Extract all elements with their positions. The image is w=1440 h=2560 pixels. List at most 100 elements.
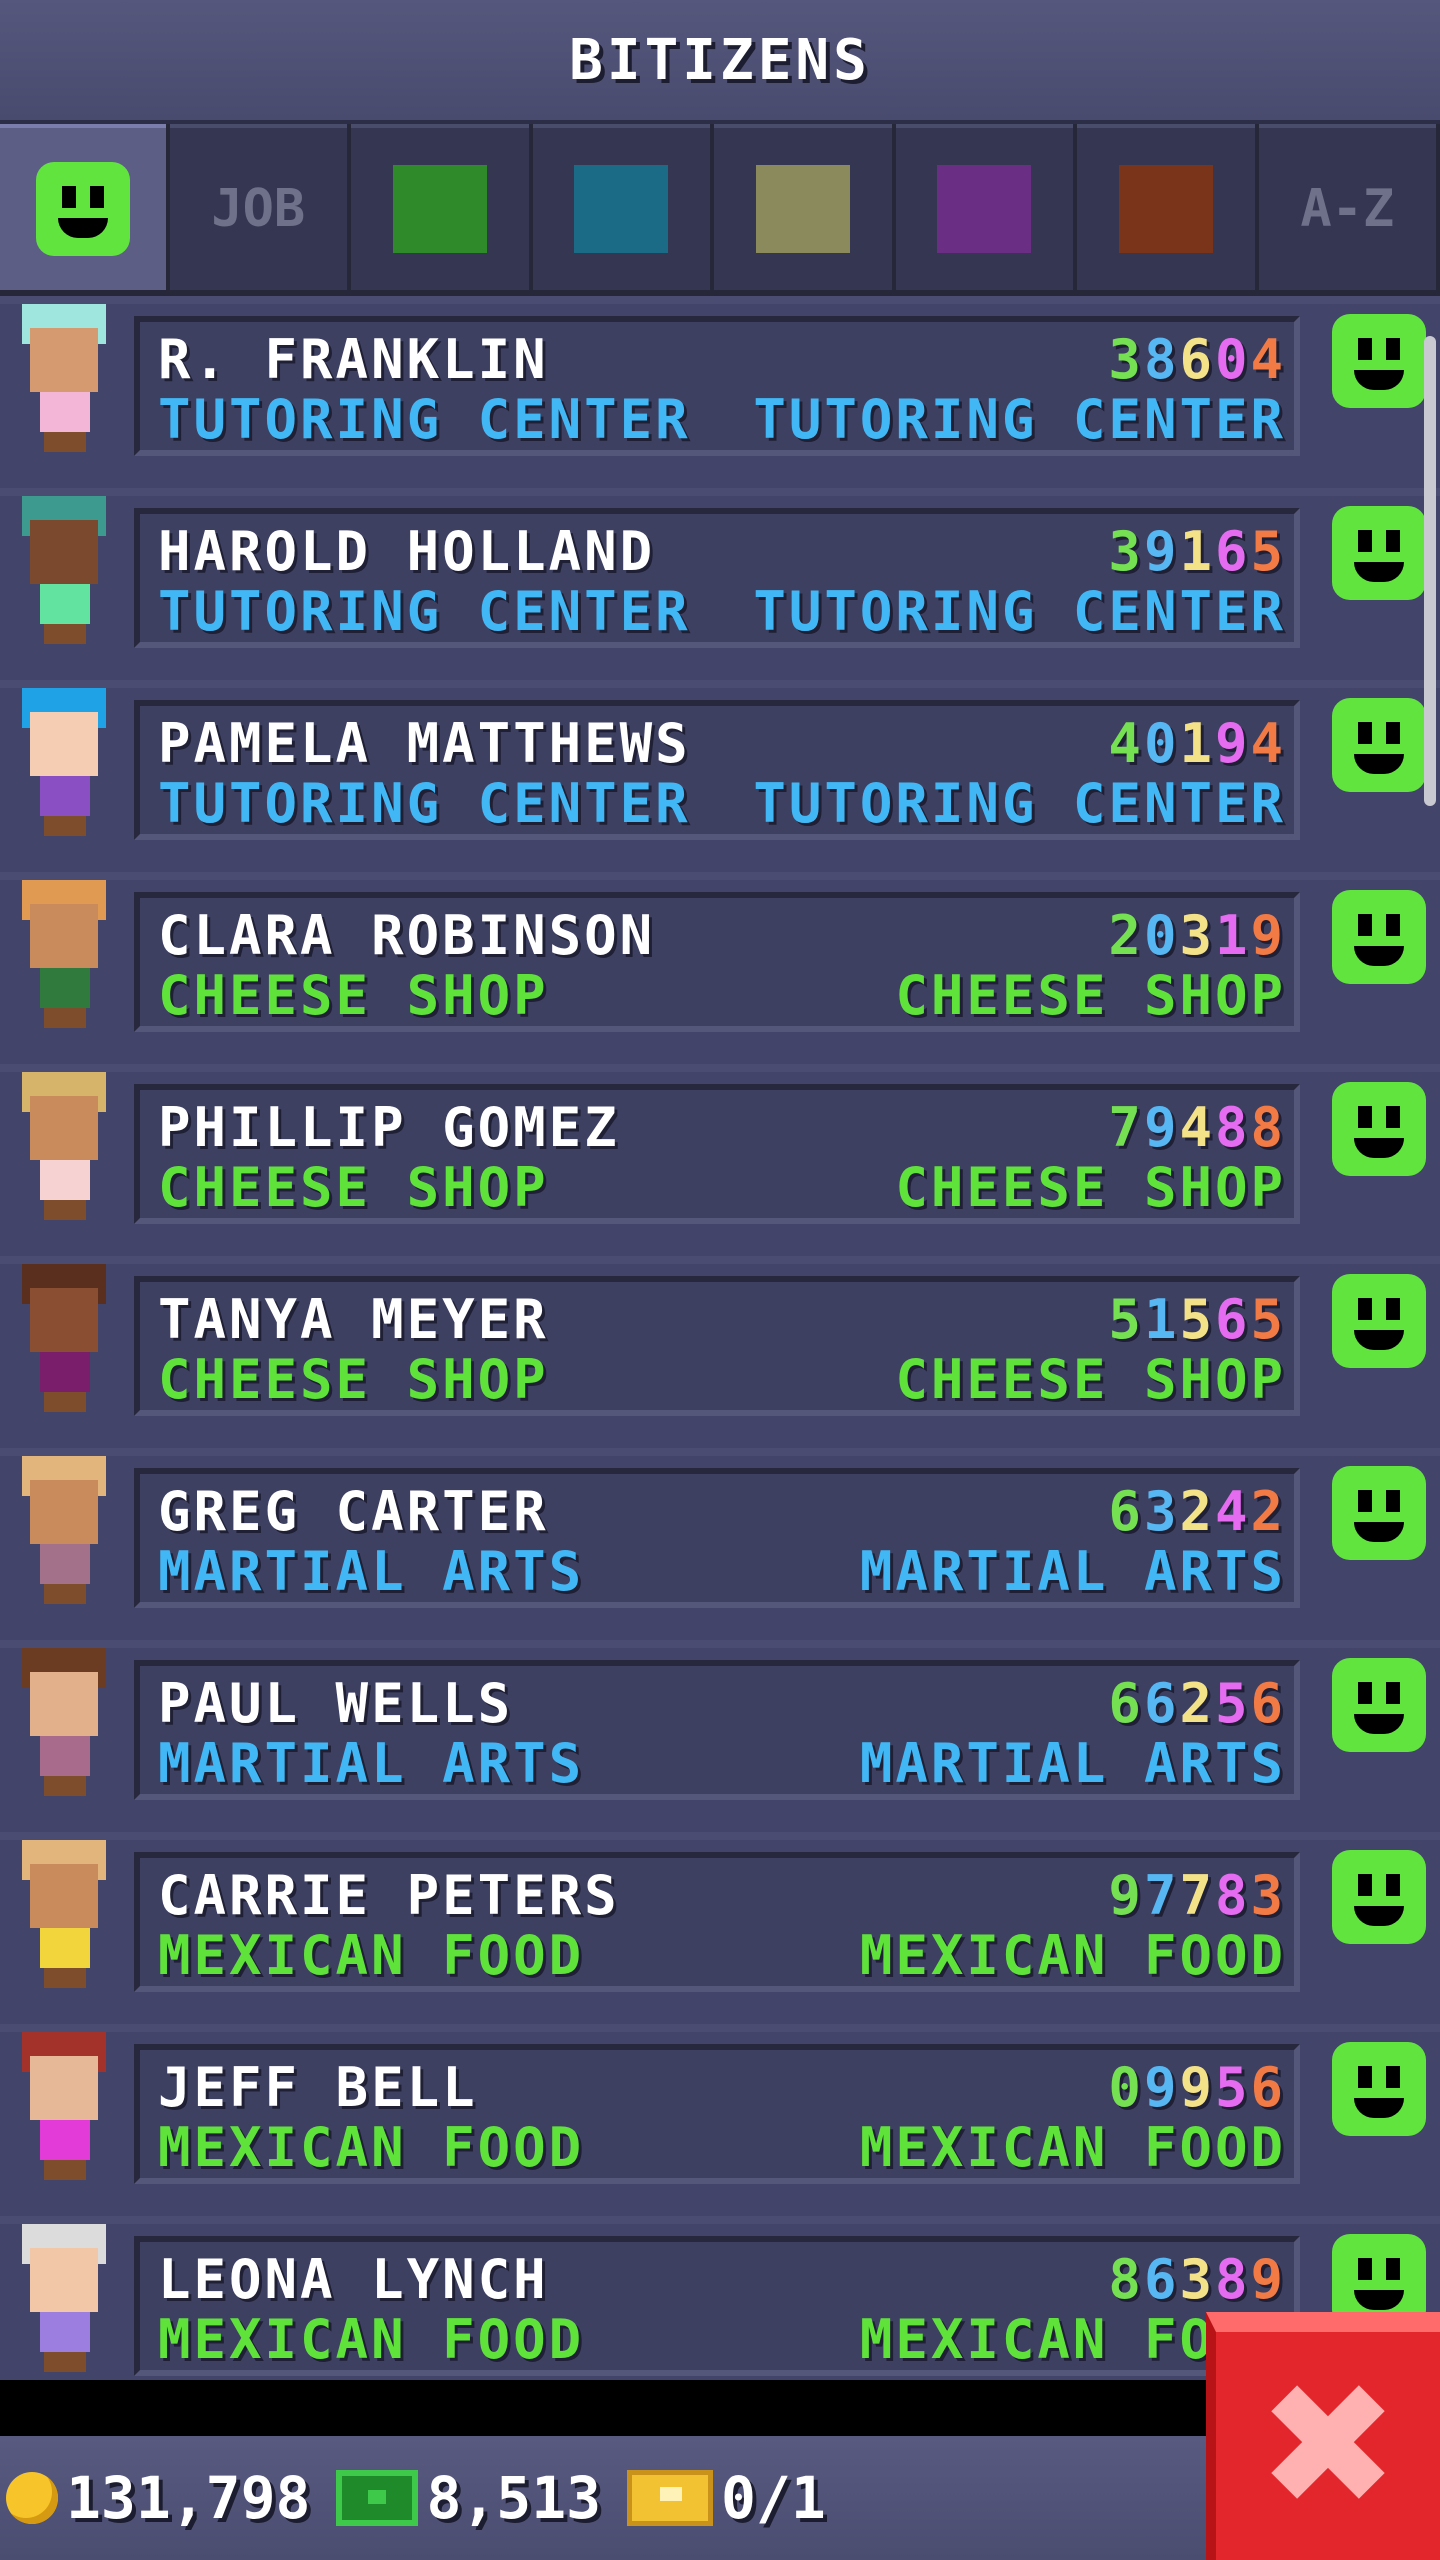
- bitizen-card: JEFF BELL 09956 MEXICAN FOOD MEXICAN FOOD: [134, 2044, 1300, 2184]
- bitizen-name: GREG CARTER: [158, 1480, 549, 1543]
- bitizen-stats: 20319: [1108, 904, 1286, 967]
- stat-digit: 7: [1143, 1864, 1180, 1927]
- tab-color-filter[interactable]: [714, 124, 892, 290]
- stat-digit: 4: [1108, 712, 1144, 775]
- stat-digit: 7: [1108, 1096, 1144, 1159]
- bitizen-avatar: [14, 1072, 114, 1222]
- happy-face-icon: [1332, 314, 1426, 408]
- bitizen-stats: 09956: [1108, 2056, 1286, 2119]
- bitizen-building: CHEESE SHOP: [895, 1156, 1286, 1219]
- stat-digit: 6: [1108, 1480, 1144, 1543]
- happy-face-icon: [35, 162, 130, 256]
- bitizen-job: TUTORING CENTER: [158, 772, 691, 835]
- bitizen-row[interactable]: PAMELA MATTHEWS 40194 TUTORING CENTER TUTOR…: [0, 680, 1440, 872]
- stat-digit: 0: [1143, 712, 1180, 775]
- mood-indicator: [1332, 1466, 1426, 1560]
- bitizen-name: TANYA MEYER: [158, 1288, 549, 1351]
- bitizen-card: R. FRANKLIN 38604 TUTORING CENTER TUTORING …: [134, 316, 1300, 456]
- stat-digit: 6: [1214, 520, 1251, 583]
- tab-job[interactable]: JOB: [169, 124, 348, 290]
- stat-digit: 9: [1143, 1096, 1180, 1159]
- bitizen-job: CHEESE SHOP: [158, 964, 549, 1027]
- bitizen-avatar: [14, 1648, 114, 1798]
- tab-color-filter[interactable]: [532, 124, 711, 290]
- bitizen-stats: 38604: [1108, 328, 1286, 391]
- stat-digit: 9: [1214, 712, 1251, 775]
- stat-digit: 4: [1250, 328, 1286, 391]
- bitizen-row[interactable]: CLARA ROBINSON 20319 CHEESE SHOP CHEESE SHO…: [0, 872, 1440, 1064]
- bitizen-name: PAUL WELLS: [158, 1672, 514, 1735]
- happy-face-icon: [1332, 2042, 1426, 2136]
- stat-digit: 2: [1250, 1480, 1286, 1543]
- stat-digit: 3: [1179, 2248, 1215, 2311]
- ticket-icon: [627, 2470, 714, 2526]
- bitizen-stats: 51565: [1108, 1288, 1286, 1351]
- bitizen-avatar: [14, 1264, 114, 1414]
- stat-digit: 8: [1143, 328, 1180, 391]
- bitizen-row[interactable]: R. FRANKLIN 38604 TUTORING CENTER TUTORING …: [0, 296, 1440, 488]
- mood-indicator: [1332, 1850, 1426, 1944]
- bitizen-row[interactable]: PAUL WELLS 66256 MARTIAL ARTS MARTIAL ARTS: [0, 1640, 1440, 1832]
- stat-digit: 5: [1214, 1672, 1251, 1735]
- stat-digit: 9: [1108, 1864, 1144, 1927]
- bitizen-list[interactable]: R. FRANKLIN 38604 TUTORING CENTER TUTORING …: [0, 296, 1440, 2408]
- bitizen-row[interactable]: JEFF BELL 09956 MEXICAN FOOD MEXICAN FOOD: [0, 2024, 1440, 2216]
- stat-digit: 6: [1250, 2056, 1286, 2119]
- bitizen-name: HAROLD HOLLAND: [158, 520, 656, 583]
- stat-digit: 5: [1179, 1288, 1215, 1351]
- stat-digit: 6: [1108, 1672, 1144, 1735]
- scrollbar[interactable]: [1424, 336, 1436, 806]
- bitizen-avatar: [14, 2032, 114, 2182]
- coin-icon: [6, 2472, 58, 2524]
- tab-color-filter[interactable]: [351, 124, 529, 290]
- happy-face-icon: [1332, 1274, 1426, 1368]
- bitizen-job: CHEESE SHOP: [158, 1348, 549, 1411]
- close-icon: ✖: [1256, 2347, 1400, 2545]
- stat-digit: 5: [1250, 1288, 1286, 1351]
- stat-digit: 0: [1108, 2056, 1144, 2119]
- bitizen-card: LEONA LYNCH 86389 MEXICAN FOOD MEXICAN FOOD: [134, 2236, 1300, 2376]
- stat-digit: 2: [1179, 1672, 1215, 1735]
- tab-mood[interactable]: [0, 124, 166, 290]
- stat-digit: 3: [1108, 328, 1144, 391]
- happy-face-icon: [1332, 1658, 1426, 1752]
- stat-digit: 5: [1214, 2056, 1251, 2119]
- bitizen-name: CLARA ROBINSON: [158, 904, 656, 967]
- tab-label: JOB: [211, 179, 306, 239]
- tab-color-filter[interactable]: [1077, 124, 1255, 290]
- tab-az[interactable]: A-Z: [1258, 124, 1437, 290]
- bitizen-stats: 66256: [1108, 1672, 1286, 1735]
- bitizen-name: PHILLIP GOMEZ: [158, 1096, 620, 1159]
- bitizen-stats: 79488: [1108, 1096, 1286, 1159]
- bitizen-stats: 86389: [1108, 2248, 1286, 2311]
- mood-indicator: [1332, 506, 1426, 600]
- bitizen-row[interactable]: HAROLD HOLLAND 39165 TUTORING CENTER TUTORI…: [0, 488, 1440, 680]
- bitizen-job: TUTORING CENTER: [158, 388, 691, 451]
- bitizen-stats: 39165: [1108, 520, 1286, 583]
- bitizen-avatar: [14, 2224, 114, 2374]
- bitizen-name: R. FRANKLIN: [158, 328, 549, 391]
- bitizen-avatar: [14, 1840, 114, 1990]
- stat-digit: 6: [1143, 2248, 1180, 2311]
- bitizen-row[interactable]: PHILLIP GOMEZ 79488 CHEESE SHOP CHEESE SHOP: [0, 1064, 1440, 1256]
- close-button[interactable]: ✖: [1206, 2312, 1440, 2560]
- stat-digit: 4: [1250, 712, 1286, 775]
- tab-color-filter[interactable]: [895, 124, 1074, 290]
- sort-tab-bar: JOB A-Z: [0, 124, 1440, 296]
- bitizen-building: TUTORING CENTER: [753, 772, 1286, 835]
- color-swatch: [392, 165, 487, 253]
- stat-digit: 9: [1179, 2056, 1215, 2119]
- bitizen-row[interactable]: GREG CARTER 63242 MARTIAL ARTS MARTIAL ARTS: [0, 1448, 1440, 1640]
- bitizen-row[interactable]: TANYA MEYER 51565 CHEESE SHOP CHEESE SHOP: [0, 1256, 1440, 1448]
- color-swatch: [755, 165, 850, 253]
- stat-digit: 1: [1214, 904, 1251, 967]
- mood-indicator: [1332, 890, 1426, 984]
- stat-digit: 9: [1143, 520, 1180, 583]
- stat-digit: 0: [1214, 328, 1251, 391]
- stat-digit: 3: [1250, 1864, 1286, 1927]
- bitizen-card: GREG CARTER 63242 MARTIAL ARTS MARTIAL ARTS: [134, 1468, 1300, 1608]
- bitizen-row[interactable]: CARRIE PETERS 97783 MEXICAN FOOD MEXICAN FO…: [0, 1832, 1440, 2024]
- tab-label: A-Z: [1300, 179, 1395, 239]
- bitizen-avatar: [14, 1456, 114, 1606]
- bitizen-building: MEXICAN FOOD: [859, 2116, 1286, 2179]
